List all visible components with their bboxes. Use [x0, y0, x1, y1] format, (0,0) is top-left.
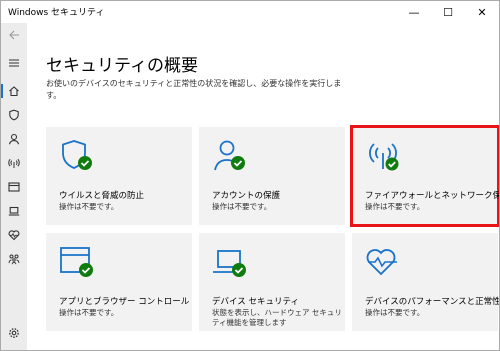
page-title: セキュリティの概要 — [46, 56, 198, 76]
gear-icon — [9, 328, 19, 338]
tile-firewall-network-protection[interactable]: ファイアウォールとネットワーク保護 操作は不要です。 — [350, 125, 500, 227]
back-button[interactable] — [1, 25, 27, 45]
navigation-rail — [1, 23, 27, 350]
tile-title: アプリとブラウザー コントロール — [59, 297, 190, 307]
nav-device-performance[interactable] — [1, 225, 27, 245]
tile-title: アカウントの保護 — [212, 191, 281, 201]
nav-app-browser[interactable] — [1, 177, 27, 197]
nav-account-protection[interactable] — [1, 129, 27, 149]
tile-device-performance-health[interactable]: デバイスのパフォーマンスと正常性 操作は不要です。 — [352, 233, 500, 331]
nav-home[interactable] — [1, 81, 27, 101]
tile-title: デバイス セキュリティ — [212, 297, 299, 307]
tile-status: 操作は不要です。 — [59, 202, 119, 211]
close-button[interactable]: ✕ — [465, 1, 499, 23]
home-icon — [9, 86, 19, 97]
nav-firewall[interactable] — [1, 153, 27, 173]
tile-title: ファイアウォールとネットワーク保護 — [365, 191, 500, 201]
wireless-check-icon — [369, 143, 399, 171]
wireless-icon — [8, 158, 20, 168]
heart-pulse-icon — [8, 230, 20, 241]
tile-status: 操作は不要です。 — [212, 202, 272, 211]
tile-title: デバイスのパフォーマンスと正常性 — [365, 297, 500, 307]
tile-status: 操作は不要です。 — [365, 202, 425, 211]
heart-pulse-check-icon — [366, 249, 397, 276]
page-description: お使いのデバイスのセキュリティと正常性の状況を確認し、必要な操作を実行します。 — [46, 79, 342, 100]
tile-status: 状態を表示し、ハードウェア セキュリティ機能を管理します — [212, 308, 342, 327]
app-browser-icon — [8, 182, 20, 192]
windows-security-window: Windows セキュリティ — ☐ ✕ セキュリティの概要 お使いのデバイスの… — [0, 0, 500, 351]
tile-app-browser-control[interactable]: アプリとブラウザー コントロール 操作は不要です。 — [46, 233, 192, 331]
tile-virus-threat-protection[interactable]: ウイルスと脅威の防止 操作は不要です。 — [46, 127, 192, 225]
shield-check-icon — [62, 140, 92, 170]
family-icon — [8, 254, 20, 265]
laptop-icon — [8, 206, 20, 216]
back-arrow-icon — [9, 30, 19, 40]
person-check-icon — [214, 140, 245, 171]
main-content: セキュリティの概要 お使いのデバイスのセキュリティと正常性の状況を確認し、必要な… — [27, 23, 500, 350]
window-title: Windows セキュリティ — [8, 8, 105, 18]
maximize-button[interactable]: ☐ — [431, 1, 465, 23]
nav-virus-protection[interactable] — [1, 105, 27, 125]
tile-account-protection[interactable]: アカウントの保護 操作は不要です。 — [199, 127, 345, 225]
tile-device-security[interactable]: デバイス セキュリティ 状態を表示し、ハードウェア セキュリティ機能を管理します — [199, 233, 345, 331]
person-icon — [8, 133, 20, 145]
minimize-button[interactable]: — — [397, 1, 431, 23]
tile-status: 操作は不要です。 — [59, 308, 119, 317]
tile-title: ウイルスと脅威の防止 — [59, 191, 145, 201]
title-bar: Windows セキュリティ — ☐ ✕ — [1, 1, 499, 23]
laptop-check-icon — [213, 250, 246, 277]
menu-button[interactable] — [1, 53, 27, 73]
nav-settings[interactable] — [1, 323, 27, 343]
shield-icon — [9, 109, 19, 121]
hamburger-menu-icon — [9, 59, 19, 67]
nav-device-security[interactable] — [1, 201, 27, 221]
tile-status: 操作は不要です。 — [365, 308, 425, 317]
nav-family-options[interactable] — [1, 249, 27, 269]
window-check-icon — [60, 247, 93, 277]
